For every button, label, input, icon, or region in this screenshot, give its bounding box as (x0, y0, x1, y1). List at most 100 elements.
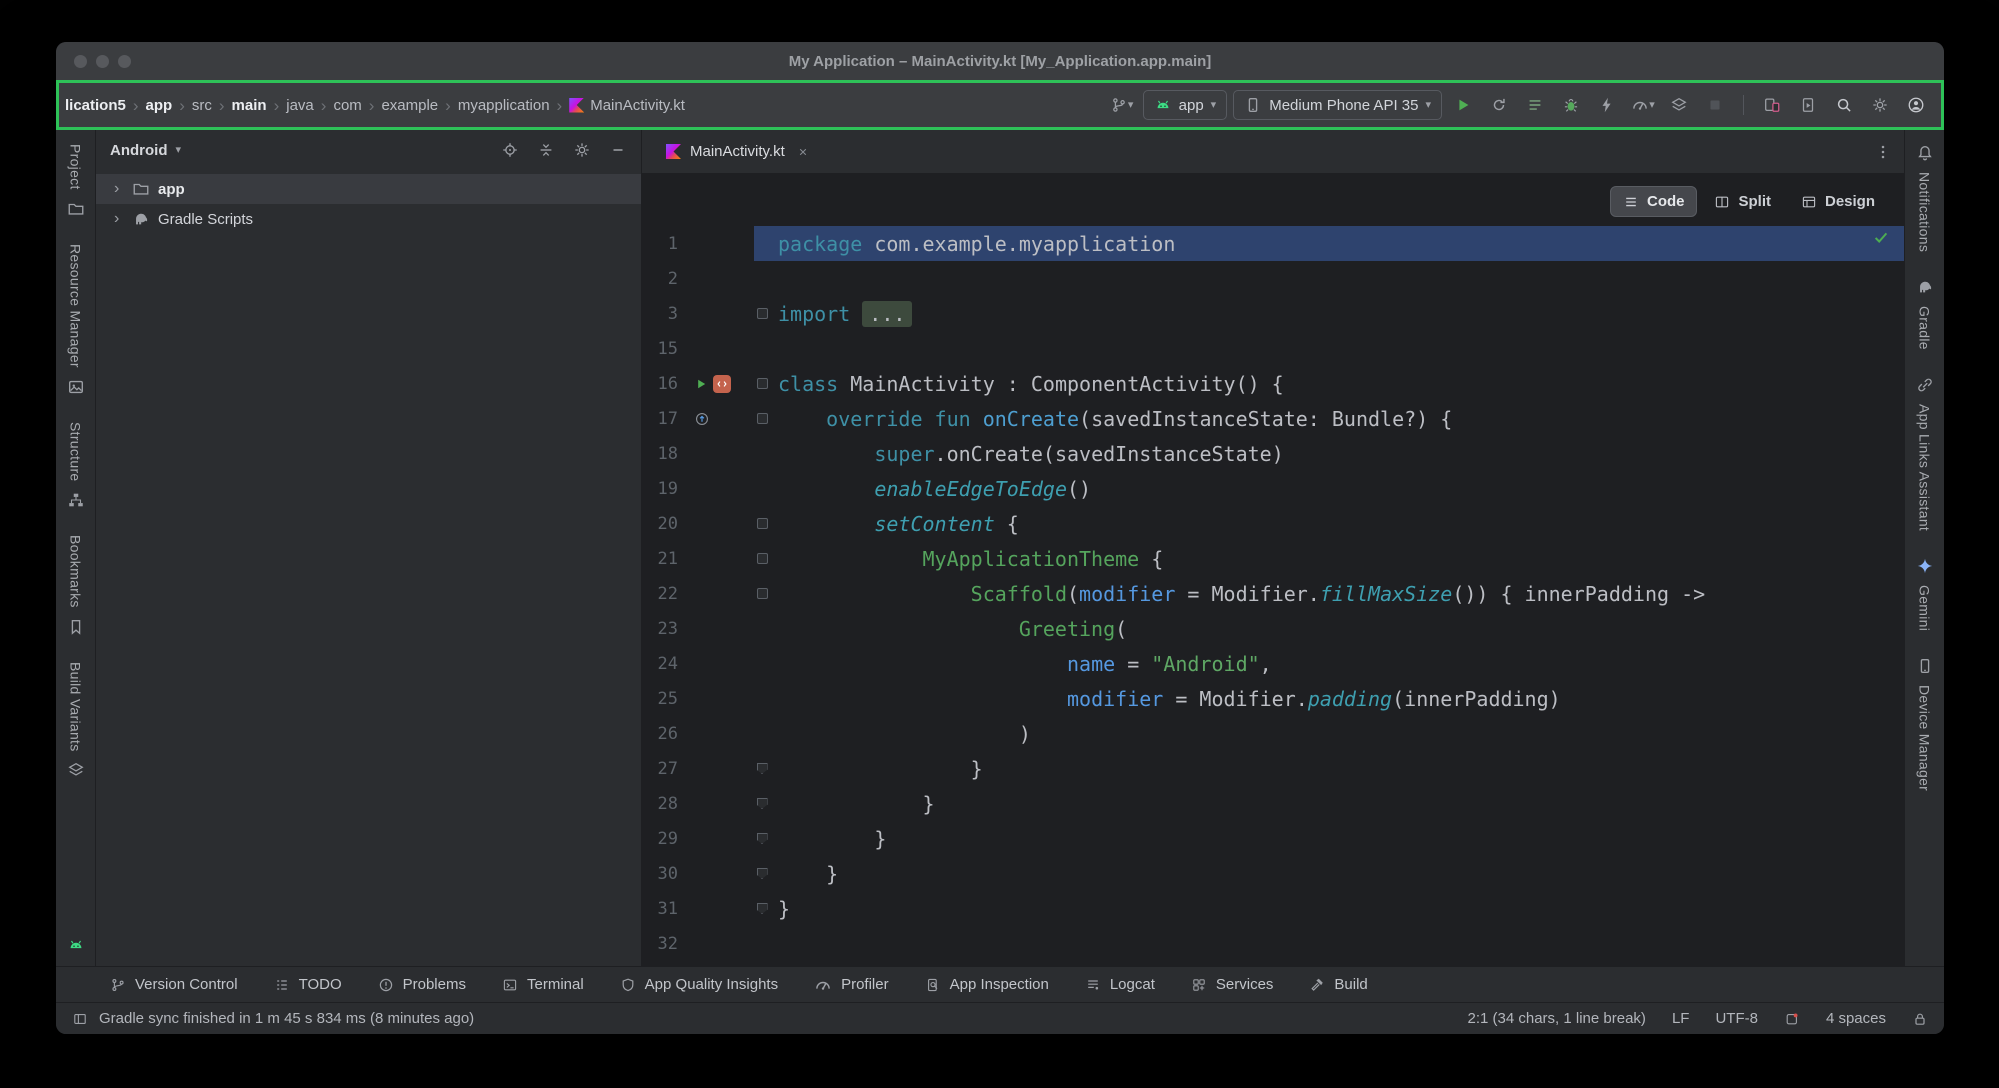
indent-setting[interactable]: 4 spaces (1826, 1010, 1886, 1027)
code-text[interactable]: enableEdgeToEdge() (754, 471, 1904, 506)
code-text[interactable]: } (754, 786, 1904, 821)
code-line-31[interactable]: 31} (642, 891, 1904, 926)
toolwindow-button-problems[interactable]: Problems (378, 976, 466, 993)
device-selector[interactable]: Medium Phone API 35 ▾ (1233, 90, 1442, 120)
view-toggle-split[interactable]: Split (1701, 186, 1784, 217)
tool-button-build-variants[interactable]: Build Variants (67, 662, 85, 780)
selected-code-text[interactable]: package com.example.myapplication (754, 226, 1904, 261)
code-line-1[interactable]: 1package com.example.myapplication (642, 226, 1904, 261)
run-button[interactable] (1448, 90, 1478, 120)
search-everywhere-button[interactable] (1829, 90, 1859, 120)
code-text[interactable] (754, 261, 1904, 296)
expand-chevron-icon[interactable]: › (114, 181, 124, 197)
tool-button-gradle[interactable]: Gradle (1916, 278, 1934, 350)
code-text[interactable]: } (754, 751, 1904, 786)
toolwindow-button-todo[interactable]: TODO (274, 976, 342, 993)
toolwindow-button-terminal[interactable]: Terminal (502, 976, 584, 993)
code-text[interactable]: super.onCreate(savedInstanceState) (754, 436, 1904, 471)
code-line-29[interactable]: 29} (642, 821, 1904, 856)
run-config-selector[interactable]: app ▾ (1143, 90, 1228, 120)
settings-button[interactable] (1865, 90, 1895, 120)
code-text[interactable] (754, 331, 1904, 366)
fold-marker-icon[interactable] (757, 518, 768, 529)
code-text[interactable]: modifier = Modifier.padding(innerPadding… (754, 681, 1904, 716)
android-icon[interactable] (67, 936, 85, 954)
fold-column[interactable] (754, 798, 770, 809)
locate-file-button[interactable] (501, 141, 519, 159)
code-text[interactable]: setContent { (754, 506, 1904, 541)
code-line-16[interactable]: 16class MainActivity : ComponentActivity… (642, 366, 1904, 401)
tool-button-resource-manager[interactable]: Resource Manager (67, 244, 85, 396)
tool-button-bookmarks[interactable]: Bookmarks (67, 535, 85, 636)
code-text[interactable]: MyApplicationTheme { (754, 541, 1904, 576)
attach-debugger-button[interactable] (1592, 90, 1622, 120)
apply-changes-button[interactable] (1484, 90, 1514, 120)
fold-marker-icon[interactable] (757, 833, 768, 844)
code-line-28[interactable]: 28} (642, 786, 1904, 821)
titlebar[interactable]: My Application – MainActivity.kt [My_App… (56, 42, 1944, 80)
device-streaming-button[interactable] (1757, 90, 1787, 120)
tool-button-notifications[interactable]: Notifications (1916, 144, 1934, 252)
code-line-19[interactable]: 19enableEdgeToEdge() (642, 471, 1904, 506)
fold-column[interactable] (754, 413, 770, 424)
code-text[interactable]: name = "Android", (754, 646, 1904, 681)
zoom-window-button[interactable] (118, 55, 131, 68)
running-devices-button[interactable] (1793, 90, 1823, 120)
fold-marker-icon[interactable] (757, 378, 768, 389)
compose-preview-icon[interactable] (713, 375, 731, 393)
fold-marker-icon[interactable] (757, 763, 768, 774)
breadcrumb-app[interactable]: app (146, 97, 173, 114)
run-list-button[interactable] (1520, 90, 1550, 120)
code-line-25[interactable]: 25modifier = Modifier.padding(innerPaddi… (642, 681, 1904, 716)
code-line-23[interactable]: 23Greeting( (642, 611, 1904, 646)
lock-icon[interactable] (1912, 1011, 1928, 1027)
fold-column[interactable] (754, 903, 770, 914)
code-text[interactable]: Greeting( (754, 611, 1904, 646)
breadcrumb-lication5[interactable]: lication5 (65, 97, 126, 114)
code-line-26[interactable]: 26) (642, 716, 1904, 751)
fold-marker-icon[interactable] (757, 903, 768, 914)
toolwindow-button-services[interactable]: Services (1191, 976, 1274, 993)
code-line-17[interactable]: 17override fun onCreate(savedInstanceSta… (642, 401, 1904, 436)
hide-panel-button[interactable] (609, 141, 627, 159)
fold-column[interactable] (754, 518, 770, 529)
toolwindow-button-app-quality-insights[interactable]: App Quality Insights (620, 976, 778, 993)
tree-item-app[interactable]: ›app (96, 174, 641, 204)
fold-column[interactable] (754, 308, 770, 319)
toolwindow-button-profiler[interactable]: Profiler (814, 976, 889, 994)
fold-column[interactable] (754, 833, 770, 844)
code-line-27[interactable]: 27} (642, 751, 1904, 786)
profiler-button[interactable]: ▾ (1628, 90, 1658, 120)
code-text[interactable]: } (754, 856, 1904, 891)
code-line-30[interactable]: 30} (642, 856, 1904, 891)
fold-marker-icon[interactable] (757, 308, 768, 319)
coverage-button[interactable] (1664, 90, 1694, 120)
code-text[interactable]: Scaffold(modifier = Modifier.fillMaxSize… (754, 576, 1904, 611)
fold-marker-icon[interactable] (757, 868, 768, 879)
fold-column[interactable] (754, 763, 770, 774)
panel-settings-button[interactable] (573, 141, 591, 159)
layout-toggle-icon[interactable] (72, 1011, 88, 1027)
code-text[interactable]: class MainActivity : ComponentActivity()… (754, 366, 1904, 401)
project-view-selector[interactable]: Android ▾ (110, 142, 181, 159)
code-text[interactable]: } (754, 891, 1904, 926)
toolwindow-button-app-inspection[interactable]: App Inspection (925, 976, 1049, 993)
code-line-20[interactable]: 20setContent { (642, 506, 1904, 541)
run-gutter-icon[interactable] (694, 377, 708, 391)
code-line-3[interactable]: 3import ... (642, 296, 1904, 331)
fold-marker-icon[interactable] (757, 588, 768, 599)
stop-button[interactable] (1700, 90, 1730, 120)
code-line-24[interactable]: 24name = "Android", (642, 646, 1904, 681)
fold-marker-icon[interactable] (757, 798, 768, 809)
code-area[interactable]: 1package com.example.myapplication23impo… (642, 174, 1904, 966)
encoding[interactable]: UTF-8 (1715, 1010, 1758, 1027)
toolwindow-button-logcat[interactable]: Logcat (1085, 976, 1155, 993)
breadcrumb-src[interactable]: src (192, 97, 212, 114)
toolwindow-button-version-control[interactable]: Version Control (110, 976, 238, 993)
breadcrumb-java[interactable]: java (286, 97, 314, 114)
debug-button[interactable] (1556, 90, 1586, 120)
line-ending[interactable]: LF (1672, 1010, 1690, 1027)
breadcrumb-main[interactable]: main (232, 97, 267, 114)
minimize-window-button[interactable] (96, 55, 109, 68)
code-line-22[interactable]: 22Scaffold(modifier = Modifier.fillMaxSi… (642, 576, 1904, 611)
